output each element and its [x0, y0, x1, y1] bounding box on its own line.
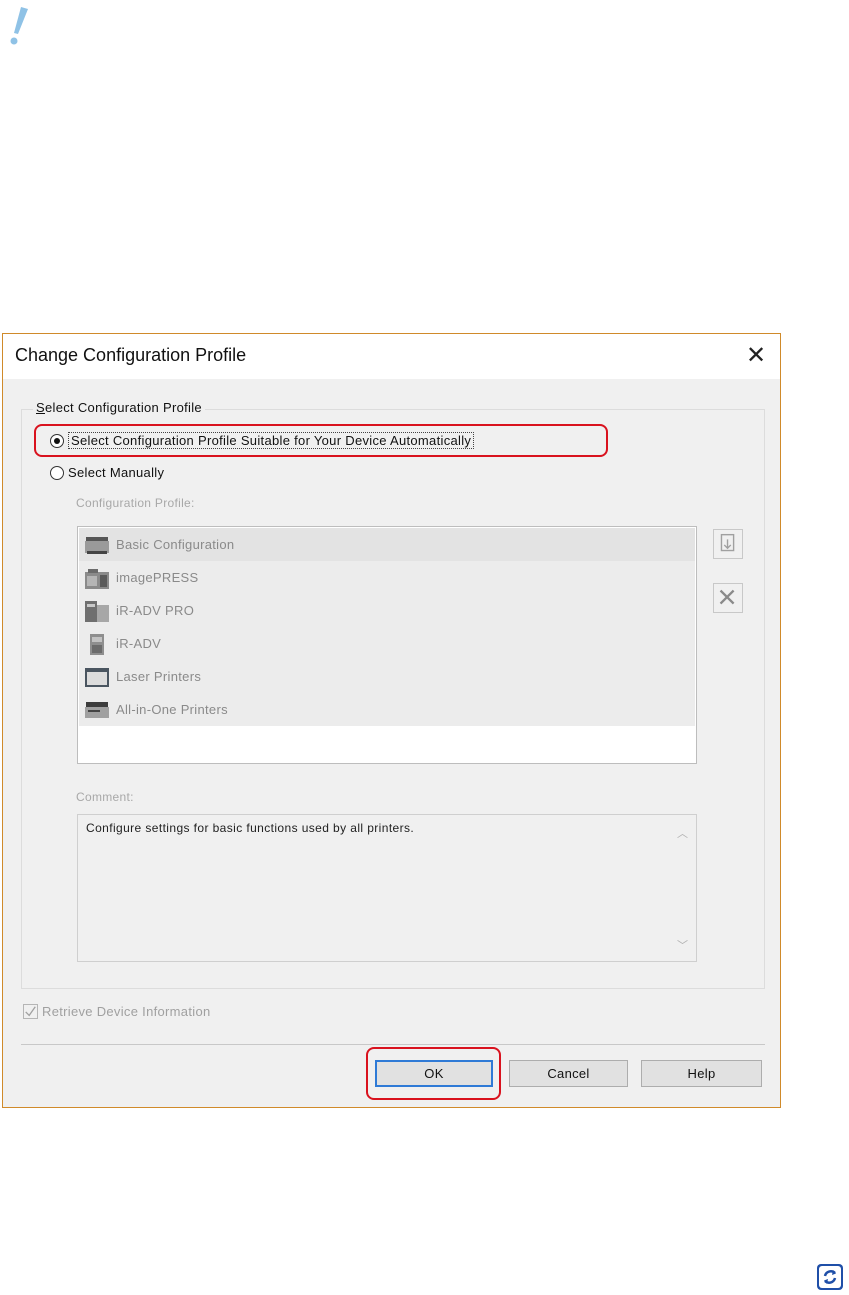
radio-auto-label[interactable]: Select Configuration Profile Suitable fo…: [68, 432, 475, 449]
import-profile-button[interactable]: [713, 529, 743, 559]
group-legend: Select Configuration Profile: [33, 400, 205, 415]
list-item-label: imagePRESS: [116, 570, 199, 585]
radio-auto-button[interactable]: [50, 433, 64, 448]
scroll-up-icon[interactable]: ︿: [677, 825, 688, 841]
delete-profile-button[interactable]: [713, 583, 743, 613]
radio-manual-label[interactable]: Select Manually: [68, 465, 164, 480]
change-configuration-profile-dialog: Change Configuration Profile ✕ Select Co…: [2, 333, 781, 1108]
list-item-label: Basic Configuration: [116, 537, 235, 552]
ok-button[interactable]: OK: [375, 1060, 493, 1087]
profile-list-label: Configuration Profile:: [76, 496, 195, 510]
dialog-titlebar: Change Configuration Profile ✕: [3, 334, 780, 379]
refresh-icon[interactable]: [816, 1263, 844, 1291]
delete-x-icon: [719, 589, 735, 605]
radio-manual-button[interactable]: [50, 465, 64, 480]
retrieve-label[interactable]: Retrieve Device Information: [42, 1004, 211, 1019]
note-exclamation-icon: [10, 7, 28, 45]
radio-auto-option[interactable]: Select Configuration Profile Suitable fo…: [50, 432, 475, 449]
radio-manual-option[interactable]: Select Manually: [50, 465, 164, 480]
list-item[interactable]: All-in-One Printers: [79, 693, 695, 726]
cancel-button[interactable]: Cancel: [509, 1060, 628, 1087]
group-legend-text: elect Configuration Profile: [44, 400, 202, 415]
scroll-down-icon[interactable]: ﹀: [677, 937, 688, 953]
production-press-icon: [85, 568, 109, 589]
separator: [21, 1044, 765, 1045]
close-button[interactable]: ✕: [742, 342, 770, 370]
list-item[interactable]: iR-ADV: [79, 627, 695, 660]
configuration-profile-list[interactable]: Basic Configuration imagePRESS iR-ADV PR…: [77, 526, 697, 764]
comment-label: Comment:: [76, 790, 134, 804]
laser-printer-icon: [85, 667, 109, 687]
list-item[interactable]: imagePRESS: [79, 561, 695, 594]
list-item[interactable]: Laser Printers: [79, 660, 695, 693]
multifunction-printer-icon: [90, 633, 104, 655]
list-item-label: Laser Printers: [116, 669, 202, 684]
checkmark-icon: [25, 1006, 36, 1017]
retrieve-device-info-option[interactable]: Retrieve Device Information: [23, 1004, 211, 1019]
dialog-title: Change Configuration Profile: [15, 345, 247, 365]
help-button[interactable]: Help: [641, 1060, 762, 1087]
import-icon: [720, 533, 735, 552]
list-item-label: iR-ADV: [116, 636, 162, 651]
comment-text: Configure settings for basic functions u…: [86, 821, 415, 835]
retrieve-checkbox[interactable]: [23, 1004, 38, 1019]
list-item-label: iR-ADV PRO: [116, 603, 195, 618]
list-item[interactable]: iR-ADV PRO: [79, 594, 695, 627]
production-printer-icon: [85, 600, 109, 622]
list-item[interactable]: Basic Configuration: [79, 528, 695, 561]
list-item-label: All-in-One Printers: [116, 702, 228, 717]
all-in-one-printer-icon: [85, 701, 109, 718]
basic-printer-icon: [85, 536, 109, 554]
comment-textbox[interactable]: Configure settings for basic functions u…: [77, 814, 697, 962]
